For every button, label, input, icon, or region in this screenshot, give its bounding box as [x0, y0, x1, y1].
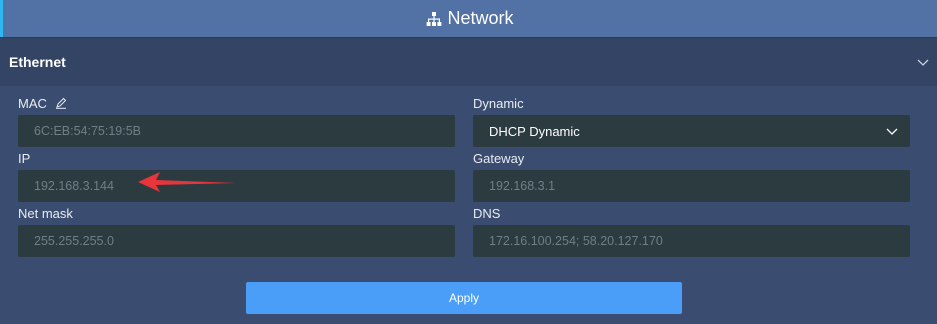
page-header: Network — [0, 0, 937, 37]
apply-button[interactable]: Apply — [246, 282, 682, 314]
chevron-down-icon[interactable] — [917, 56, 929, 68]
chevron-down-icon — [886, 128, 898, 135]
annotation-arrow-icon — [138, 172, 236, 192]
gateway-label: Gateway — [473, 151, 525, 166]
netmask-label: Net mask — [18, 206, 73, 221]
edit-icon[interactable] — [55, 97, 67, 109]
network-icon — [427, 11, 442, 26]
dns-field[interactable]: 172.16.100.254; 58.20.127.170 — [473, 225, 910, 257]
dynamic-label: Dynamic — [473, 96, 524, 111]
dynamic-select[interactable]: DHCP Dynamic — [473, 115, 910, 147]
mac-label: MAC — [18, 96, 67, 111]
netmask-field[interactable]: 255.255.255.0 — [18, 225, 455, 257]
ip-label: IP — [18, 151, 31, 166]
dns-label: DNS — [473, 206, 501, 221]
mac-label-text: MAC — [18, 96, 47, 111]
dynamic-select-value: DHCP Dynamic — [489, 123, 580, 139]
ethernet-section-header[interactable]: Ethernet — [0, 37, 937, 86]
section-title: Ethernet — [9, 54, 66, 70]
page-title: Network — [447, 8, 514, 28]
gateway-field[interactable]: 192.168.3.1 — [473, 170, 910, 202]
ethernet-panel: MAC 6C:EB:54:75:19:5B Dynamic DHCP Dynam… — [0, 86, 937, 324]
mac-field[interactable]: 6C:EB:54:75:19:5B — [18, 115, 455, 147]
